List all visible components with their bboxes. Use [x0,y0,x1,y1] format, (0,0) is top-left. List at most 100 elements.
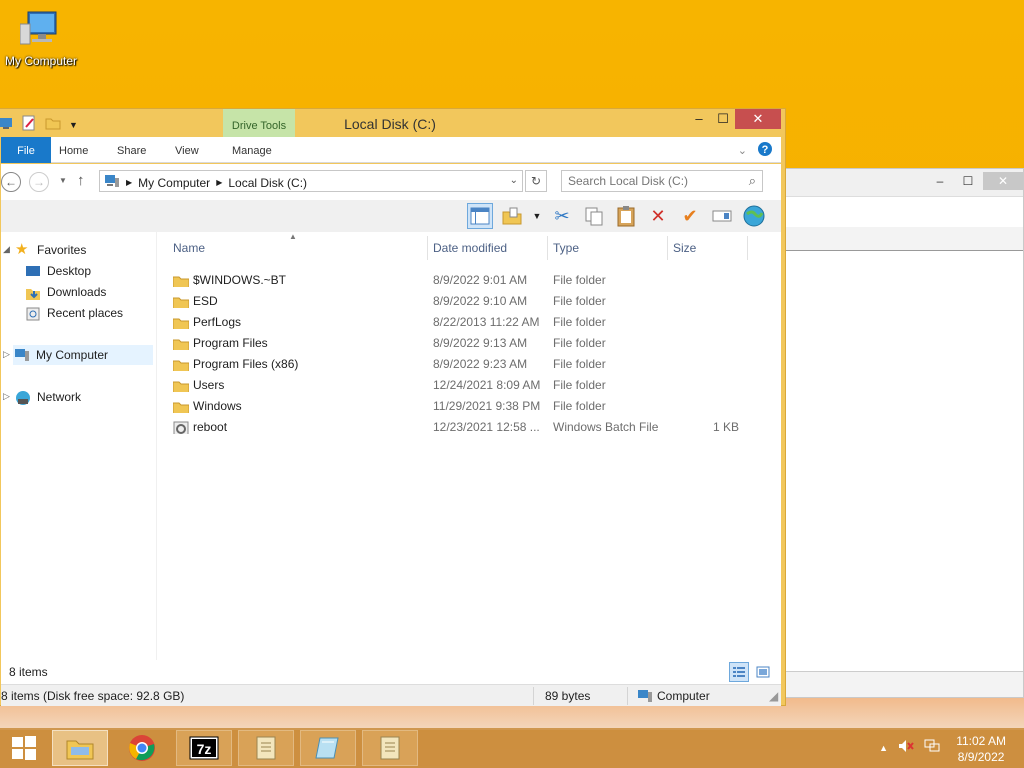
cut-icon[interactable]: ✂ [549,203,575,229]
search-icon[interactable]: ⌕ [749,173,756,189]
taskbar-app[interactable] [300,730,356,766]
breadcrumb-local-disk[interactable]: Local Disk (C:) [228,176,307,190]
volume-muted-icon[interactable] [898,739,914,756]
copy-icon[interactable] [581,203,607,229]
star-icon: ★ [15,241,29,258]
preview-pane-icon[interactable] [467,203,493,229]
folder-icon [173,400,189,413]
nav-network[interactable]: Network [15,387,81,407]
column-header-name[interactable]: Name [173,236,205,260]
refresh-button[interactable]: ↻ [525,170,547,192]
nav-desktop-label: Desktop [47,264,92,278]
recent-locations-dropdown-icon[interactable]: ▼ [59,176,67,185]
rename-check-icon[interactable]: ✔ [677,203,703,229]
breadcrumb-separator-icon[interactable]: ▶ [126,178,132,187]
desktop-icon [25,264,41,278]
column-divider[interactable] [747,236,748,260]
folder-icon [173,337,189,350]
column-header-type[interactable]: Type [553,236,579,260]
file-row[interactable]: Program Files 8/9/2022 9:13 AM File fold… [161,333,751,354]
large-icons-view-icon[interactable] [753,662,773,682]
file-row[interactable]: Users 12/24/2021 8:09 AM File folder [161,375,751,396]
column-divider[interactable] [547,236,548,260]
file-name: reboot [193,420,228,434]
taskbar-file-explorer[interactable] [52,730,108,766]
column-header-size[interactable]: Size [673,236,696,260]
taskbar-7zip[interactable]: 7z [176,730,232,766]
tab-manage[interactable]: Manage [232,137,272,163]
globe-icon[interactable] [741,203,767,229]
file-type: File folder [553,336,606,350]
network-status-icon[interactable] [924,739,940,756]
file-row[interactable]: $WINDOWS.~BT 8/9/2022 9:01 AM File folde… [161,270,751,291]
properties-folder-icon[interactable] [499,203,525,229]
column-header-date[interactable]: Date modified [433,236,507,260]
explorer-window[interactable]: ▼ Drive Tools Local Disk (C:) ‒ ☐ ✕ File… [0,108,786,706]
nav-downloads[interactable]: Downloads [25,282,106,302]
help-icon[interactable]: ? [757,141,773,160]
nav-my-computer[interactable]: My Computer [13,345,153,365]
close-button[interactable]: ✕ [735,109,781,129]
file-list[interactable]: Name ▲ Date modified Type Size $WINDOWS.… [161,232,781,660]
breadcrumb-separator-icon[interactable]: ▶ [216,178,222,187]
file-type: File folder [553,378,606,392]
file-name: ESD [193,294,218,308]
taskbar-notepad-2[interactable] [362,730,418,766]
rename-field-icon[interactable] [709,203,735,229]
clock[interactable]: 11:02 AM 8/9/2022 [956,733,1006,765]
nav-desktop[interactable]: Desktop [25,261,91,281]
tab-share[interactable]: Share [117,137,146,163]
file-row[interactable]: reboot 12/23/2021 12:58 ... Windows Batc… [161,417,751,438]
status-bar: 8 items [1,660,781,684]
folder-icon [173,274,189,287]
background-window[interactable]: ‒ ☐ ✕ [780,168,1024,698]
show-hidden-icons-icon[interactable]: ▲ [879,743,888,753]
search-input[interactable] [562,171,732,191]
nav-favorites[interactable]: ★ Favorites [15,240,86,260]
file-type: File folder [553,399,606,413]
file-row[interactable]: Program Files (x86) 8/9/2022 9:23 AM Fil… [161,354,751,375]
recent-places-icon [25,306,41,321]
file-date: 12/24/2021 8:09 AM [433,378,541,392]
expand-network-icon[interactable]: ▷ [3,391,10,402]
file-row[interactable]: Windows 11/29/2021 9:38 PM File folder [161,396,751,417]
delete-icon[interactable]: ✕ [645,203,671,229]
breadcrumb-my-computer[interactable]: My Computer [138,176,210,190]
resize-grip-icon[interactable]: ◢ [769,689,778,703]
address-dropdown-icon[interactable]: ⌄ [510,175,518,186]
file-row[interactable]: PerfLogs 8/22/2013 11:22 AM File folder [161,312,751,333]
nav-favorites-label: Favorites [37,243,87,257]
back-button[interactable]: ← [1,172,21,192]
expand-ribbon-chevron-icon[interactable]: ⌄ [738,144,747,157]
bg-minimize-button[interactable]: ‒ [929,172,951,190]
desktop-icon-label: My Computer [4,54,78,68]
paste-icon[interactable] [613,203,639,229]
details-view-icon[interactable] [729,662,749,682]
system-tray: ▲ [879,739,940,756]
expand-favorites-icon[interactable]: ◢ [3,244,10,255]
tab-file[interactable]: File [1,137,51,163]
file-date: 11/29/2021 9:38 PM [433,399,541,413]
search-box[interactable]: ⌕ [561,170,763,192]
taskbar-chrome[interactable] [114,730,170,766]
file-row[interactable]: ESD 8/9/2022 9:10 AM File folder [161,291,751,312]
bg-close-button[interactable]: ✕ [983,172,1023,190]
background-window-titlebar[interactable]: ‒ ☐ ✕ [781,169,1023,197]
expand-computer-icon[interactable]: ▷ [3,349,10,360]
nav-recent-places[interactable]: Recent places [25,303,123,323]
tab-view[interactable]: View [175,137,199,163]
dropdown-arrow-icon[interactable]: ▼ [531,203,543,229]
navigation-pane[interactable]: ◢ ★ Favorites Desktop Downloads Recent p… [1,232,157,660]
bg-maximize-button[interactable]: ☐ [957,172,979,190]
tab-home[interactable]: Home [59,137,88,163]
start-button[interactable] [0,730,48,766]
up-button[interactable]: ↑ [77,172,85,189]
forward-button[interactable]: → [29,172,49,192]
column-divider[interactable] [667,236,668,260]
column-divider[interactable] [427,236,428,260]
maximize-button[interactable]: ☐ [709,109,737,129]
titlebar[interactable]: ▼ Drive Tools Local Disk (C:) ‒ ☐ ✕ [0,109,785,137]
desktop-icon-my-computer[interactable]: My Computer [2,8,80,68]
taskbar-notepad-1[interactable] [238,730,294,766]
address-field[interactable]: ▶ My Computer ▶ Local Disk (C:) ⌄ [99,170,523,192]
